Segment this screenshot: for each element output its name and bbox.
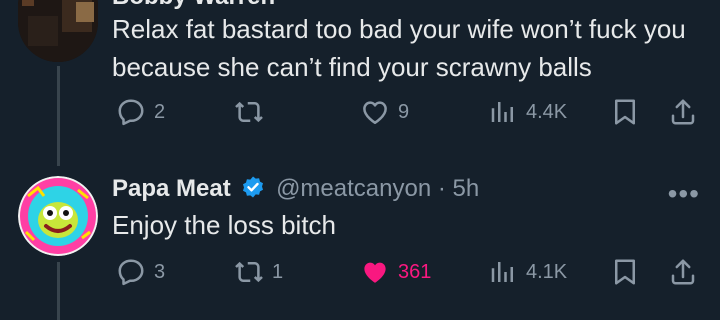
thread-line-bottom — [57, 262, 60, 320]
bookmark-button[interactable] — [610, 92, 640, 132]
retweet-button[interactable]: 1 — [234, 252, 283, 292]
papa-meat-avatar-icon — [18, 176, 98, 256]
avatar-photo-icon — [18, 0, 98, 62]
views-button[interactable]: 4.1K — [488, 252, 567, 292]
verified-badge-icon — [243, 176, 264, 198]
tweet1-action-bar: 2 9 4.4K — [112, 92, 702, 132]
views-count: 4.4K — [526, 100, 568, 123]
views-icon — [491, 262, 513, 282]
bookmark-button[interactable] — [610, 252, 640, 292]
bookmark-icon — [615, 99, 635, 125]
retweet-count: 1 — [272, 260, 284, 283]
reply-icon — [118, 259, 144, 286]
tweet2-header: Papa Meat @meatcanyon · 5h — [112, 174, 479, 204]
retweet-icon — [235, 261, 263, 283]
like-count: 9 — [398, 100, 410, 123]
tweet2-action-bar: 3 1 361 4.1K — [112, 252, 702, 292]
thread-line-top — [57, 66, 60, 166]
reply-button[interactable]: 3 — [116, 252, 165, 292]
views-count: 4.1K — [526, 260, 568, 283]
views-icon — [491, 102, 513, 122]
retweet-icon — [235, 101, 263, 123]
heart-filled-icon — [364, 262, 386, 283]
heart-icon — [363, 101, 387, 124]
reply-button[interactable]: 2 — [116, 92, 165, 132]
tweet-text: Relax fat bastard too bad your wife won’… — [112, 14, 686, 82]
timestamp[interactable]: · 5h — [438, 175, 479, 202]
tweet-text: Enjoy the loss bitch — [112, 210, 337, 240]
share-icon — [671, 259, 695, 285]
like-count: 361 — [398, 260, 432, 283]
like-button-active[interactable]: 361 — [360, 252, 431, 292]
share-button[interactable] — [668, 92, 698, 132]
share-button[interactable] — [668, 252, 698, 292]
reply-icon — [118, 99, 144, 126]
avatar[interactable] — [18, 0, 98, 62]
reply-count: 2 — [154, 100, 166, 123]
like-button[interactable]: 9 — [360, 92, 409, 132]
handle[interactable]: @meatcanyon — [276, 175, 431, 202]
bookmark-icon — [615, 259, 635, 285]
display-name[interactable]: Papa Meat — [112, 175, 231, 202]
display-name[interactable]: Bobby Warren — [112, 0, 275, 10]
views-button[interactable]: 4.4K — [488, 92, 567, 132]
share-icon — [671, 99, 695, 125]
retweet-button[interactable] — [234, 92, 272, 132]
avatar[interactable] — [18, 176, 98, 256]
reply-count: 3 — [154, 260, 166, 283]
